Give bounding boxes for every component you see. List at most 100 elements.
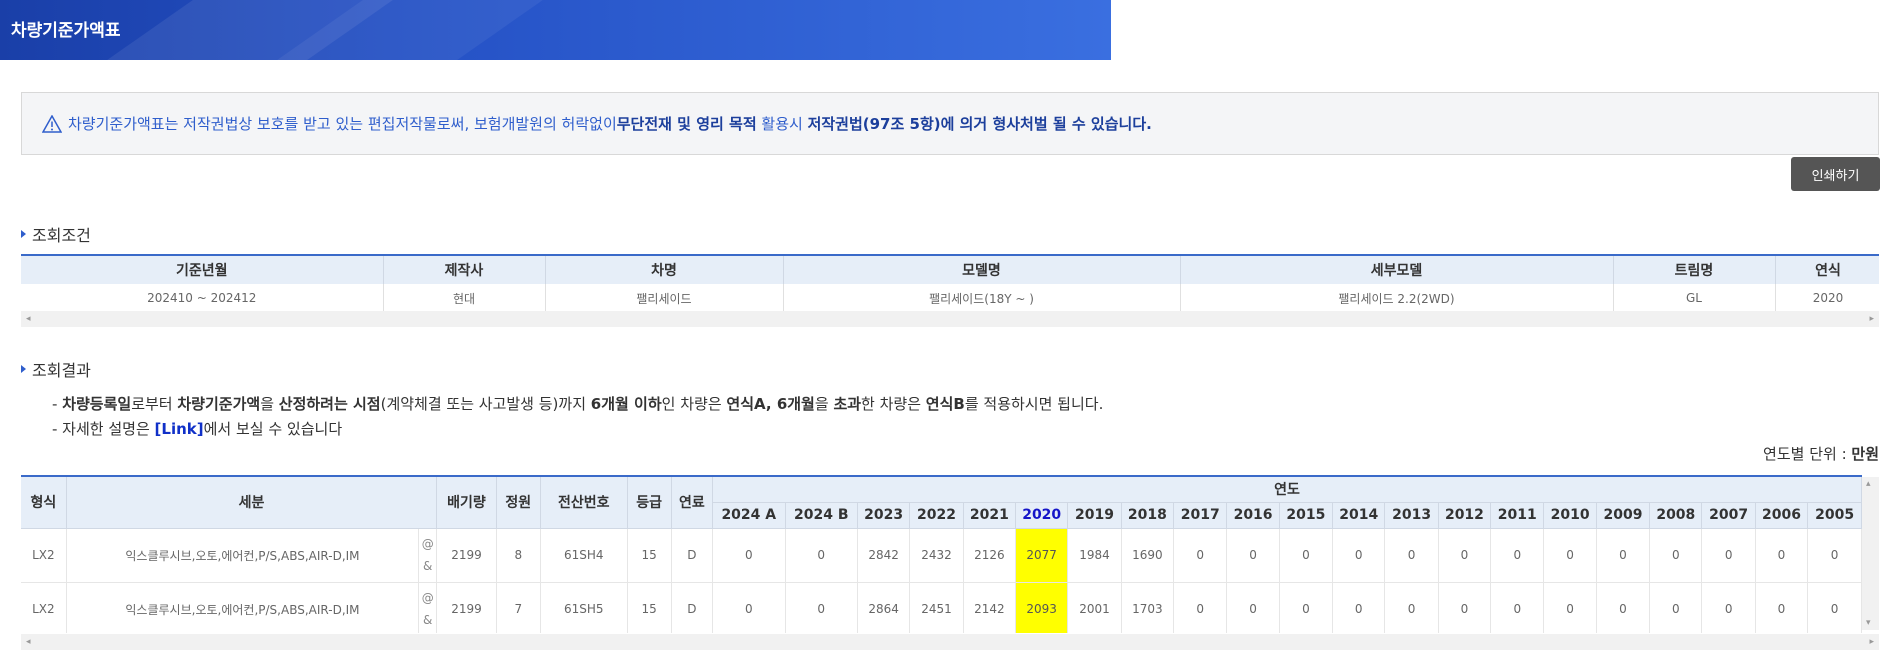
header-cell: 연료 — [671, 476, 714, 529]
conditions-value-row: 202410 ~ 202412 현대 팰리세이드 팰리세이드(18Y ~ ) 팰… — [21, 284, 1879, 313]
scroll-right-icon[interactable]: ▸ — [1869, 314, 1874, 324]
value-cell: 팰리세이드 2.2(2WD) — [1180, 284, 1614, 313]
year-header-cell: 2015 — [1279, 502, 1334, 529]
desc-text: (계약체결 또는 사고발생 등)까지 — [380, 395, 591, 413]
scroll-left-icon[interactable]: ◂ — [26, 637, 31, 647]
header-cell: 트림명 — [1613, 255, 1776, 284]
grade-cell: 15 — [627, 582, 672, 633]
year-header-cell: 2012 — [1438, 502, 1492, 529]
desc-text: 을 — [260, 395, 279, 413]
results-vertical-scrollbar[interactable]: ▴ ▾ — [1862, 477, 1879, 630]
desc-text: 에서 보실 수 있습니다 — [203, 420, 343, 438]
bullet-icon — [21, 230, 26, 238]
grade-cell: 15 — [627, 528, 672, 583]
section-title-text: 조회조건 — [32, 226, 91, 245]
results-table: 형식 세분 배기량 정원 전산번호 등급 연료 연도 2024 A 2024 B 2023 2022 2… — [21, 475, 1862, 633]
code-cell: 61SH5 — [540, 582, 628, 633]
desc-text: 로부터 — [131, 395, 178, 413]
desc-bold: 산정하려는 시점 — [278, 395, 381, 413]
header-cell: 모델명 — [783, 255, 1181, 284]
price-cell: 0 — [1438, 528, 1492, 583]
conditions-header-row: 기준년월 제작사 차명 모델명 세부모델 트림명 연식 — [21, 255, 1879, 284]
desc-text: 인 차량은 — [661, 395, 727, 413]
page-title: 차량기준가액표 — [11, 21, 121, 41]
desc-bold: 6개월 이하 — [590, 395, 662, 413]
type-cell: LX2 — [21, 528, 67, 583]
table-row: LX2 익스클루시브,오토,에어컨,P/S,ABS,AIR-D,IM @ & 2199 7… — [21, 582, 1862, 633]
scroll-left-icon[interactable]: ◂ — [26, 314, 31, 324]
desc-bold: 차량기준가액 — [177, 395, 261, 413]
notice-text-bold: 무단전재 및 영리 목적 — [616, 115, 757, 133]
page-header: 차량기준가액표 — [0, 0, 1111, 60]
price-cell: 0 — [1701, 528, 1756, 583]
fuel-cell: D — [671, 528, 714, 583]
year-header-cell: 2007 — [1701, 502, 1756, 529]
year-header-cell: 2019 — [1067, 502, 1122, 529]
price-cell: 0 — [712, 528, 786, 583]
header-cell: 배기량 — [436, 476, 497, 529]
price-cell: 0 — [1807, 528, 1862, 583]
value-cell: 팰리세이드 — [545, 284, 784, 313]
price-cell: 0 — [1226, 528, 1280, 583]
desc-bold: 차량등록일 — [62, 395, 132, 413]
price-cell: 0 — [1543, 528, 1597, 583]
detail-cell: 익스클루시브,오토,에어컨,P/S,ABS,AIR-D,IM — [66, 528, 420, 583]
year-header-cell: 2013 — [1384, 502, 1439, 529]
symbol-cell: @ & — [418, 582, 438, 633]
price-cell: 0 — [1279, 528, 1334, 583]
symbol-cell: @ & — [418, 528, 438, 583]
price-cell: 0 — [1490, 582, 1545, 633]
notice-text: 차량기준가액표는 저작권법상 보호를 받고 있는 편집저작물로써, 보험개발원의… — [68, 115, 617, 133]
year-header-cell: 2023 — [857, 502, 911, 529]
price-cell: 2126 — [963, 528, 1017, 583]
results-horizontal-scrollbar[interactable]: ◂ ▸ — [21, 634, 1879, 650]
price-cell: 0 — [1173, 582, 1228, 633]
scroll-right-icon[interactable]: ▸ — [1869, 637, 1874, 647]
price-cell: 0 — [1755, 582, 1809, 633]
price-cell: 2842 — [857, 528, 911, 583]
desc-bold: 연식B — [925, 395, 965, 413]
price-cell: 0 — [785, 528, 858, 583]
cc-cell: 2199 — [436, 528, 497, 583]
print-button[interactable]: 인쇄하기 — [1791, 157, 1880, 191]
year-header-cell: 2006 — [1755, 502, 1809, 529]
year-header-cell: 2022 — [909, 502, 964, 529]
help-link[interactable]: [Link] — [155, 420, 204, 438]
results-section-title: 조회결과 — [21, 357, 91, 381]
year-header-cell: 2018 — [1121, 502, 1175, 529]
price-cell: 2093 — [1015, 582, 1069, 633]
desc-bold: 연식A, 6개월 — [726, 395, 815, 413]
conditions-horizontal-scrollbar[interactable]: ◂ ▸ — [21, 311, 1879, 327]
results-table-wrapper: 형식 세분 배기량 정원 전산번호 등급 연료 연도 2024 A 2024 B 2023 2022 2… — [21, 475, 1879, 633]
notice-text-bold: 저작권법(97조 5항)에 의거 형사처벌 될 수 있습니다. — [807, 115, 1152, 133]
year-header-cell: 2017 — [1173, 502, 1228, 529]
price-cell: 2451 — [909, 582, 964, 633]
desc-text: 한 차량은 — [861, 395, 926, 413]
price-cell: 0 — [1384, 528, 1439, 583]
year-header-cell: 2024 A — [712, 502, 786, 529]
header-cell-years: 연도 — [712, 476, 1862, 503]
price-cell: 1984 — [1067, 528, 1122, 583]
bullet-icon — [21, 365, 26, 373]
price-cell: 0 — [1173, 528, 1228, 583]
unit-label-text: 연도별 단위 : — [1763, 445, 1852, 463]
price-cell: 2001 — [1067, 582, 1122, 633]
year-header-cell: 2020 — [1015, 502, 1069, 529]
unit-label: 연도별 단위 : 만원 — [1763, 443, 1879, 464]
scroll-up-icon[interactable]: ▴ — [1866, 479, 1871, 489]
price-cell: 2142 — [963, 582, 1017, 633]
desc-text: - 자세한 설명은 — [52, 420, 155, 438]
scroll-down-icon[interactable]: ▾ — [1866, 618, 1871, 628]
code-cell: 61SH4 — [540, 528, 628, 583]
fuel-cell: D — [671, 582, 714, 633]
price-cell: 0 — [1226, 582, 1280, 633]
symbol-amp: & — [423, 559, 433, 573]
year-header-cell: 2014 — [1332, 502, 1386, 529]
warning-icon — [42, 114, 62, 133]
price-cell: 1690 — [1121, 528, 1175, 583]
price-cell: 0 — [1438, 582, 1492, 633]
header-cell: 차명 — [545, 255, 784, 284]
value-cell: GL — [1613, 284, 1776, 313]
header-cell: 연식 — [1775, 255, 1879, 284]
year-header-cell: 2016 — [1226, 502, 1280, 529]
